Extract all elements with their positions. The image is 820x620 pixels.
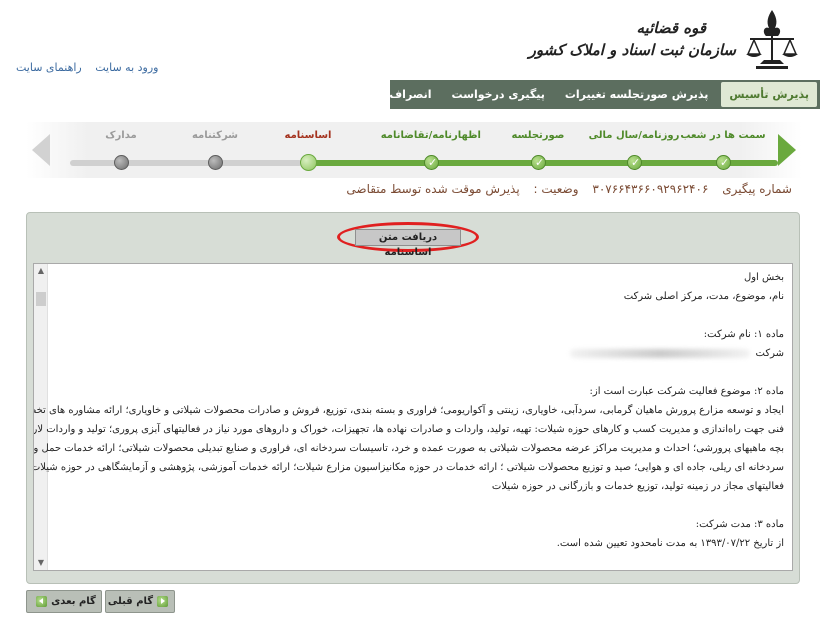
articles-panel: دریافت متن اساسنامه ▲ ▼ بخش اول نام، موض…: [26, 212, 800, 584]
stepper-next-arrow-icon[interactable]: [778, 134, 796, 166]
step-declaration[interactable]: اظهارنامه/تقاضانامه ✓: [381, 122, 481, 178]
logo-line-2: سازمان ثبت اسناد و املاک کشور: [528, 41, 736, 59]
next-step-button[interactable]: گام بعدی: [26, 590, 102, 613]
previous-step-button[interactable]: گام قبلی: [105, 590, 175, 613]
text-line: فنی جهت راه‌اندازی و مدیریت کسب و کارهای…: [33, 424, 784, 435]
progress-stepper: سمت ها در شعب ✓ روزنامه/سال مالی ✓ صورتج…: [26, 122, 802, 178]
arrow-left-icon: [36, 596, 48, 607]
step-label: اساسنامه: [284, 130, 332, 141]
previous-step-label: گام قبلی: [107, 596, 154, 607]
text-line: شرکت: [755, 348, 784, 359]
stepper-prev-arrow-icon[interactable]: [32, 134, 50, 166]
organization-logo[interactable]: قوه قضائیه سازمان ثبت اسناد و املاک کشور: [529, 6, 802, 72]
text-line: ماده ۱: نام شرکت:: [703, 329, 784, 340]
text-line: ماده ۳: مدت شرکت:: [695, 519, 784, 530]
step-partnership[interactable]: شرکتنامه: [165, 122, 265, 178]
text-line: نام، موضوع، مدت، مرکز اصلی شرکت: [623, 291, 784, 302]
company-name-line: شرکت: [569, 344, 784, 363]
current-step-icon: [300, 154, 317, 171]
text-line: ایجاد و توسعه مزارع پرورش ماهیان گرمابی،…: [33, 405, 784, 416]
scroll-down-icon[interactable]: ▼: [36, 558, 46, 568]
step-positions[interactable]: سمت ها در شعب ✓: [673, 122, 773, 178]
step-label: مدارک: [105, 130, 137, 141]
top-links: ورود به سایت راهنمای سایت: [6, 61, 158, 74]
scroll-thumb[interactable]: [36, 292, 46, 306]
login-link[interactable]: ورود به سایت: [95, 61, 158, 74]
pending-step-icon: [208, 155, 223, 170]
redacted-company-name: [569, 349, 750, 358]
nav-item-change-minutes[interactable]: پذیرش صورتجلسه تغییرات: [555, 80, 719, 109]
site-header: ورود به سایت راهنمای سایت قوه قضائیه ساز…: [0, 0, 820, 80]
step-newspaper[interactable]: روزنامه/سال مالی ✓: [584, 122, 684, 178]
step-articles[interactable]: اساسنامه: [258, 122, 358, 178]
step-documents[interactable]: مدارک: [71, 122, 171, 178]
step-label: روزنامه/سال مالی: [588, 130, 680, 141]
step-label: سمت ها در شعب: [680, 130, 766, 141]
next-step-label: گام بعدی: [51, 596, 96, 607]
text-line: بچه ماهیهای پرورشی؛ احداث و مدیریت مراکز…: [33, 443, 784, 454]
check-icon: ✓: [424, 155, 439, 170]
step-label: شرکتنامه: [191, 130, 239, 141]
highlight-circle: دریافت متن اساسنامه: [337, 222, 479, 258]
tracking-label: شماره پیگیری: [722, 182, 792, 196]
download-articles-button[interactable]: دریافت متن اساسنامه: [355, 229, 461, 258]
state-value: پذیرش موقت شده توسط متقاضی: [346, 182, 520, 196]
step-label: صورتجلسه: [511, 130, 565, 141]
tracking-number: ۳۰۷۶۶۴۳۶۶۰۹۲۹۶۲۴۰۶: [592, 182, 709, 196]
justice-emblem-icon: [746, 10, 798, 69]
text-line: بخش اول: [743, 272, 784, 283]
logo-text: قوه قضائیه سازمان ثبت اسناد و املاک کشور: [529, 19, 736, 59]
site-guide-link[interactable]: راهنمای سایت: [16, 61, 82, 74]
text-line: ماده ۲: موضوع فعالیت شرکت عبارت است از:: [589, 386, 784, 397]
text-line: سردخانه ای ریلی، جاده ای و هوایی؛ صید و …: [33, 462, 784, 473]
step-minutes[interactable]: صورتجلسه ✓: [488, 122, 588, 178]
articles-textarea[interactable]: ▲ ▼ بخش اول نام، موضوع، مدت، مرکز اصلی ش…: [33, 263, 793, 571]
logo-line-1: قوه قضائیه: [636, 19, 707, 37]
step-label: اظهارنامه/تقاضانامه: [380, 130, 481, 141]
text-line: فعالیتهای مجاز در زمینه تولید، توزیع خدم…: [491, 481, 784, 492]
check-icon: ✓: [627, 155, 642, 170]
scroll-up-icon[interactable]: ▲: [36, 266, 46, 276]
check-icon: ✓: [716, 155, 731, 170]
state-label: وضعیت :: [533, 182, 579, 196]
text-line: از تاریخ ۱۳۹۳/۰۷/۲۲ به مدت نامحدود تعیین…: [556, 538, 784, 549]
check-icon: ✓: [531, 155, 546, 170]
nav-item-establishment[interactable]: پذیرش تأسیس: [721, 82, 817, 107]
arrow-right-icon: [157, 596, 169, 607]
request-status: شماره پیگیری ۳۰۷۶۶۴۳۶۶۰۹۲۹۶۲۴۰۶ وضعیت : …: [336, 182, 792, 196]
nav-item-cancel-request[interactable]: انصراف از درخواست: [309, 80, 442, 109]
pending-step-icon: [114, 155, 129, 170]
nav-item-track-request[interactable]: پیگیری درخواست: [442, 80, 555, 109]
main-nav: پذیرش تأسیس پذیرش صورتجلسه تغییرات پیگیر…: [319, 80, 820, 109]
